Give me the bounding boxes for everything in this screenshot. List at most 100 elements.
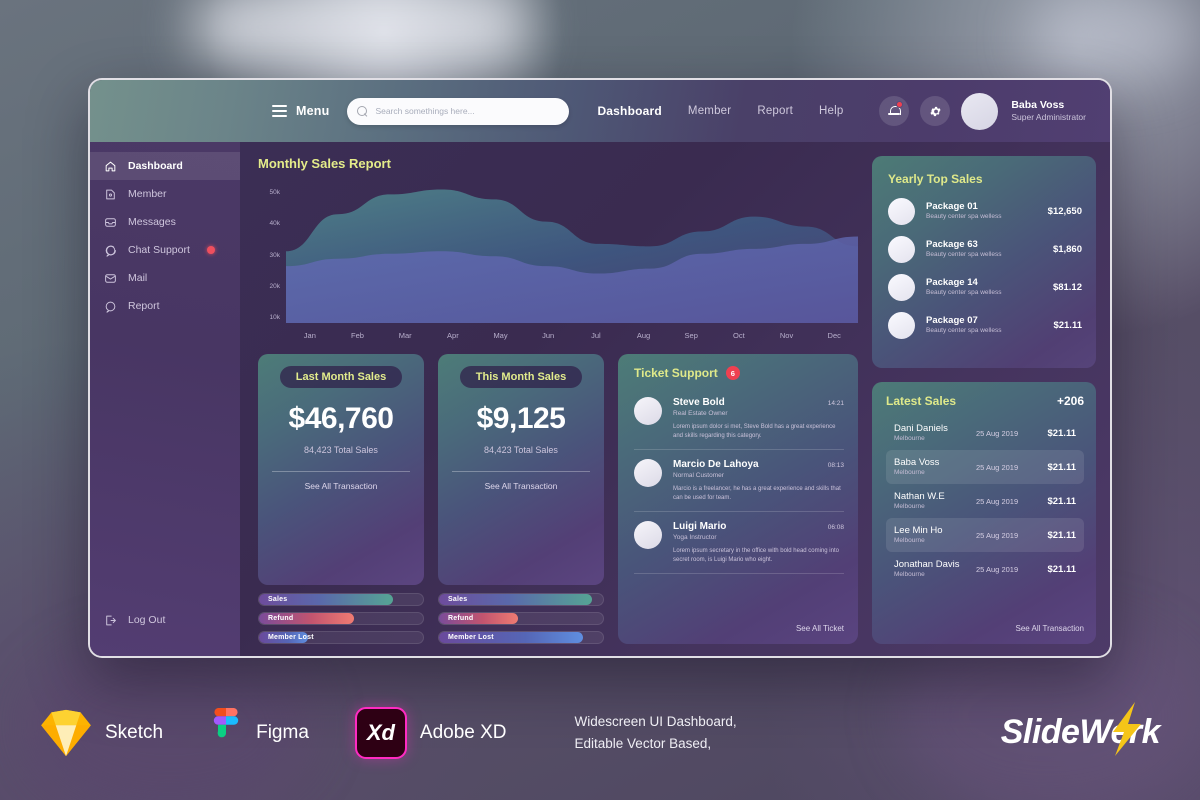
progress-label: Refund [268,615,294,622]
package-subtitle: Beauty center spa welless [926,289,1002,297]
ticket-row[interactable]: Marcio De Lahoya 08:13 Normal Customer M… [634,450,844,512]
ticket-description: Lorem ipsum secretary in the office with… [673,548,839,563]
x-tick: May [493,331,508,340]
customer-city: Melbourne [894,536,925,544]
table-row[interactable]: Jonathan Davis Melbourne 25 Aug 2019 $21… [886,552,1084,586]
sale-date: 25 Aug 2019 [976,462,1019,472]
tool-label: Sketch [105,721,164,743]
avatar [888,274,915,301]
backdrop-blur-shape [195,0,525,62]
package-name: Package 07 [926,315,978,327]
nav-item-help[interactable]: Help [819,105,843,117]
sidebar-item-mail[interactable]: Mail [90,264,240,292]
sidebar-item-label: Chat Support [128,244,190,256]
sidebar-item-label: Report [128,300,160,312]
panel-title: Yearly Top Sales [888,172,983,186]
sale-amount: $21.11 [1047,461,1076,473]
ticket-content: Marcio De Lahoya 08:13 Normal Customer M… [673,459,844,503]
sidebar-item-report[interactable]: Report [90,292,240,320]
ticket-heading: Steve Bold 14:21 [673,397,844,408]
dashboard-window: Menu Dashboard Member Report Help [88,78,1112,658]
progress-bar-sales[interactable]: Sales [258,593,424,606]
footer-description-line2: Editable Vector Based, [574,735,712,751]
brand-text-part1: Slide [1000,713,1080,751]
progress-label: Member Lost [448,634,494,641]
ticket-row[interactable]: Luigi Mario 06:08 Yoga Instructor Lorem … [634,512,844,574]
list-item[interactable]: Package 01 Beauty center spa welless $12… [888,198,1082,225]
tool-label: Adobe XD [419,721,507,743]
table-row[interactable]: Baba Voss Melbourne 25 Aug 2019 $21.11 [886,450,1084,484]
customer-city: Melbourne [894,468,925,476]
package-amount: $12,650 [1047,206,1082,217]
inbox-icon [105,217,116,227]
package-subtitle: Beauty center spa welless [926,251,1002,259]
sidebar-item-member[interactable]: Member [90,180,240,208]
list-item[interactable]: Package 63 Beauty center spa welless $1,… [888,236,1082,263]
menu-button[interactable]: Menu [272,104,329,118]
chart-svg [286,189,858,323]
sidebar-item-chat-support[interactable]: Chat Support [90,236,240,264]
ticket-footer: See All Ticket [634,611,844,636]
package-name: Package 01 [926,201,978,213]
progress-label: Sales [448,596,468,603]
sidebar-item-dashboard[interactable]: Dashboard [90,152,240,180]
ticket-name: Marcio De Lahoya [673,459,759,470]
avatar [634,397,662,425]
search-input[interactable] [375,106,560,116]
see-all-transaction-link[interactable]: See All Transaction [1016,624,1084,633]
ticket-name: Steve Bold [673,397,725,408]
tool-label: Figma [256,721,309,743]
chart-x-axis: Jan Feb Mar Apr May Jun Jul Aug Sep Oct … [286,331,858,340]
avatar [888,236,915,263]
table-row[interactable]: Lee Min Ho Melbourne 25 Aug 2019 $21.11 [886,518,1084,552]
user-name: Baba Voss [1011,99,1065,112]
ticket-row[interactable]: Steve Bold 14:21 Real Estate Owner Lorem… [634,388,844,450]
table-row[interactable]: Nathan W.E Melbourne 25 Aug 2019 $21.11 [886,484,1084,518]
progress-label: Member Lost [268,634,314,641]
progress-bar-refund[interactable]: Refund [258,612,424,625]
ticket-time: 14:21 [827,400,844,407]
hamburger-icon [272,105,287,117]
customer-name: Dani Daniels [894,423,948,434]
table-row[interactable]: Dani Daniels Melbourne 25 Aug 2019 $21.1… [886,416,1084,450]
notifications-button[interactable] [879,96,910,126]
last-month-sales-card: Last Month Sales $46,760 84,423 Total Sa… [258,354,424,644]
latest-sales-footer: See All Transaction [886,612,1084,636]
settings-button[interactable] [920,96,951,126]
x-tick: Jan [303,331,316,340]
nav-item-dashboard[interactable]: Dashboard [597,104,661,118]
chart-title: Monthly Sales Report [258,156,391,171]
main-content: Monthly Sales Report 50k 40k 30k 20k 10k [240,142,1110,656]
list-item[interactable]: Package 14 Beauty center spa welless $81… [888,274,1082,301]
ticket-role: Yoga Instructor [673,534,717,541]
y-tick: 50k [269,189,280,196]
nav-item-member[interactable]: Member [688,105,731,117]
sidebar-item-messages[interactable]: Messages [90,208,240,236]
progress-bar-member-lost[interactable]: Member Lost [258,631,424,644]
menu-button-label: Menu [296,104,330,118]
see-all-transaction-link[interactable]: See All Transaction [485,481,558,491]
avatar[interactable] [961,92,999,130]
see-all-ticket-link[interactable]: See All Ticket [796,624,844,633]
top-navigation-bar: Menu Dashboard Member Report Help [90,80,1110,142]
customer-info: Lee Min Ho Melbourne [894,525,976,545]
see-all-transaction-link[interactable]: See All Transaction [305,481,378,491]
customer-city: Melbourne [894,434,925,442]
package-subtitle: Beauty center spa welless [926,213,1002,221]
logout-button[interactable]: Log Out [90,606,240,634]
list-item[interactable]: Package 07 Beauty center spa welless $21… [888,312,1082,339]
mail-icon [105,273,116,283]
nav-item-report[interactable]: Report [757,105,793,117]
package-amount: $21.11 [1053,320,1082,331]
sidebar: Dashboard Member Messages Chat Support M… [90,142,240,656]
sidebar-item-label: Dashboard [128,160,183,172]
x-tick: Feb [351,331,364,340]
progress-bar-member-lost[interactable]: Member Lost [438,631,604,644]
progress-bar-sales[interactable]: Sales [438,593,604,606]
search-box[interactable] [347,97,570,125]
progress-bar-refund[interactable]: Refund [438,612,604,625]
ticket-count-badge: 6 [725,366,740,380]
ticket-content: Steve Bold 14:21 Real Estate Owner Lorem… [673,397,844,441]
sidebar-item-label: Member [128,188,167,200]
